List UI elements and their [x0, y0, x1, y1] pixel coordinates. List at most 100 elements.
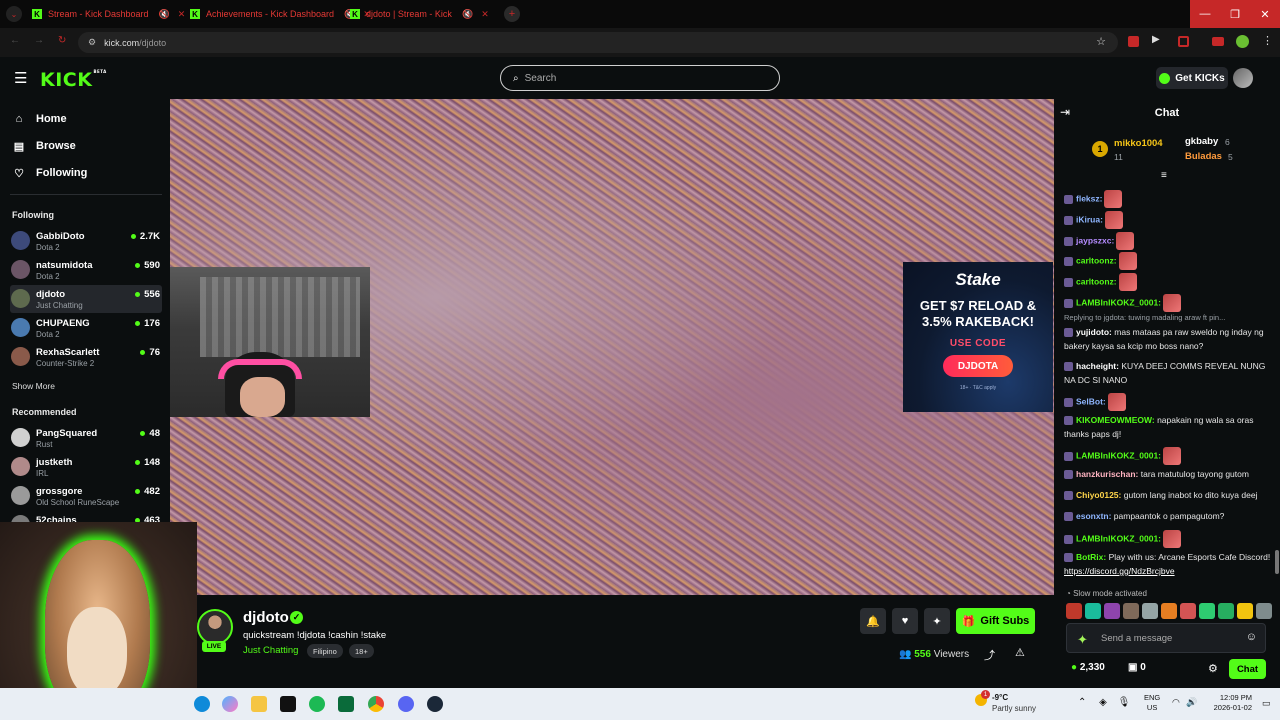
chat-username[interactable]: jaypszxc:	[1076, 235, 1114, 245]
notification-bell-button[interactable]: 🔔	[860, 608, 886, 634]
emote-icon[interactable]	[1237, 603, 1253, 619]
chrome-icon[interactable]	[368, 696, 384, 712]
sidebar-channel-djdoto[interactable]: djdoto Just Chatting 556	[10, 285, 162, 313]
kick-app-icon[interactable]	[338, 696, 354, 712]
copilot-icon[interactable]	[222, 696, 238, 712]
volume-icon[interactable]: 🔊	[1186, 697, 1197, 708]
sidebar-channel-rexhascarlett[interactable]: RexhaScarlett Counter-Strike 2 76	[10, 343, 162, 371]
chat-username[interactable]: LAMBInIKOKZ_0001:	[1076, 297, 1161, 307]
sidebar-channel-justketh[interactable]: justketh IRL 148	[10, 453, 162, 481]
emote-icon[interactable]	[1066, 603, 1082, 619]
chat-username[interactable]: LAMBInIKOKZ_0001:	[1076, 533, 1161, 543]
chat-username[interactable]: carltoonz:	[1076, 276, 1117, 286]
extension-icon[interactable]	[1178, 36, 1189, 47]
chat-username[interactable]: carltoonz:	[1076, 255, 1117, 265]
chat-username[interactable]: hanzkurischan:	[1076, 469, 1138, 479]
sidebar-channel-natsumidota[interactable]: natsumidota Dota 2 590	[10, 256, 162, 284]
chat-username[interactable]: BotRix:	[1076, 552, 1106, 562]
steam-icon[interactable]	[427, 696, 443, 712]
site-info-icon[interactable]: ⚙	[88, 37, 96, 48]
restore-button[interactable]: ❐	[1220, 0, 1250, 28]
show-more-link[interactable]: Show More	[12, 381, 55, 391]
extension-icon[interactable]	[1212, 37, 1224, 46]
share-icon[interactable]: ⤴	[984, 647, 995, 663]
chat-username[interactable]: LAMBInIKOKZ_0001:	[1076, 450, 1161, 460]
chat-username[interactable]: hacheight:	[1076, 361, 1119, 371]
edge-icon[interactable]	[194, 696, 210, 712]
chat-username[interactable]: fleksz:	[1076, 193, 1102, 203]
emote-icon[interactable]	[1256, 603, 1272, 619]
tiktok-icon[interactable]	[280, 696, 296, 712]
expand-leaderboard-icon[interactable]: ≡	[1161, 170, 1167, 181]
send-chat-button[interactable]: Chat	[1229, 659, 1266, 679]
channel-name[interactable]: djdoto	[243, 609, 289, 626]
nav-browse[interactable]: ▤ Browse	[12, 135, 76, 157]
chat-scrollbar[interactable]	[1275, 550, 1279, 574]
tray-chevron-icon[interactable]: ⌃	[1078, 697, 1086, 708]
sparkle-button[interactable]: ✦	[924, 608, 950, 634]
emote-icon[interactable]	[1161, 603, 1177, 619]
url-field[interactable]: ⚙ kick.com /djdoto ☆	[78, 32, 1118, 53]
chat-username[interactable]: iKirua:	[1076, 214, 1103, 224]
emoji-picker-icon[interactable]: ☺	[1246, 631, 1257, 643]
microphone-icon[interactable]: 🎙	[1118, 697, 1131, 708]
security-icon[interactable]: ◈	[1099, 697, 1107, 708]
emote-icon[interactable]	[1085, 603, 1101, 619]
notification-icon[interactable]: ▭	[1262, 698, 1271, 709]
mute-icon[interactable]: 🔇	[159, 9, 170, 20]
sidebar-channel-grossgore[interactable]: grossgore Old School RuneScape 482	[10, 482, 162, 510]
search-input[interactable]: ⌕ Search	[500, 65, 780, 91]
reload-icon[interactable]: ↻	[58, 35, 66, 46]
file-explorer-icon[interactable]	[251, 696, 267, 712]
play-extension-icon[interactable]: ▶	[1152, 34, 1160, 45]
get-kicks-button[interactable]: Get KICKs	[1156, 67, 1228, 89]
forward-icon[interactable]: →	[34, 35, 44, 46]
tag-filipino[interactable]: Filipino	[307, 644, 343, 658]
browser-menu-icon[interactable]: ⋮	[1262, 34, 1273, 47]
profile-icon[interactable]	[1236, 35, 1249, 48]
tag-18plus[interactable]: 18+	[349, 644, 374, 658]
nav-following[interactable]: ♡ Following	[12, 162, 87, 184]
chat-username[interactable]: esonxtn:	[1076, 511, 1111, 521]
extension-icon[interactable]	[1128, 36, 1139, 47]
spotify-icon[interactable]	[309, 696, 325, 712]
clock[interactable]: 12:09 PM 2026-01-02	[1208, 693, 1252, 713]
chat-username[interactable]: KIKOMEOWMEOW:	[1076, 415, 1155, 425]
chat-link[interactable]: https://discord.gg/NdzBrcjbve	[1064, 566, 1175, 576]
back-icon[interactable]: ←	[10, 35, 20, 46]
close-tab-icon[interactable]: ✕	[481, 9, 489, 20]
hamburger-menu-icon[interactable]: ☰	[14, 69, 27, 87]
leader-name[interactable]: mikko1004	[1114, 138, 1163, 149]
stream-category-link[interactable]: Just Chatting	[243, 645, 298, 656]
chat-username[interactable]: yujidoto:	[1076, 327, 1112, 337]
chat-message-input[interactable]: ✦ Send a message ☺	[1066, 623, 1266, 653]
user-avatar[interactable]	[1233, 68, 1253, 88]
emote-icon[interactable]	[1104, 603, 1120, 619]
emote-icon[interactable]	[1218, 603, 1234, 619]
sidebar-channel-gabbidoto[interactable]: GabbiDoto Dota 2 2.7K	[10, 227, 162, 255]
wifi-icon[interactable]: ◠	[1172, 697, 1180, 708]
discord-icon[interactable]	[398, 696, 414, 712]
tab-stream-dashboard[interactable]: K Stream - Kick Dashboard 🔇 ✕	[32, 2, 185, 26]
mute-icon[interactable]: 🔇	[462, 9, 473, 20]
gifts-count[interactable]: ▣ 0	[1128, 662, 1146, 673]
kick-spark-icon[interactable]: ✦	[1077, 632, 1088, 648]
close-window-button[interactable]: ✕	[1250, 0, 1280, 28]
leader-name[interactable]: gkbaby	[1185, 136, 1218, 147]
channel-points[interactable]: ● 2,330	[1071, 662, 1105, 673]
chat-username[interactable]: Chiyo0125:	[1076, 490, 1121, 500]
chat-username[interactable]: SelBot:	[1076, 396, 1106, 406]
new-tab-button[interactable]: +	[504, 6, 520, 22]
bookmark-star-icon[interactable]: ☆	[1096, 35, 1106, 48]
emote-icon[interactable]	[1142, 603, 1158, 619]
emote-icon[interactable]	[1199, 603, 1215, 619]
report-icon[interactable]: ⚠	[1015, 646, 1025, 659]
tab-djdoto[interactable]: K djdoto | Stream - Kick 🔇 ✕	[350, 2, 489, 26]
channel-avatar[interactable]	[197, 609, 233, 645]
close-tab-icon[interactable]: ✕	[178, 9, 186, 20]
minimize-button[interactable]: —	[1190, 0, 1220, 28]
follow-heart-button[interactable]: ♥	[892, 608, 918, 634]
browser-menu-icon[interactable]: ⌄	[6, 6, 22, 22]
leader-name[interactable]: Buladas	[1185, 151, 1222, 162]
gift-subs-button[interactable]: 🎁 Gift Subs	[956, 608, 1035, 634]
